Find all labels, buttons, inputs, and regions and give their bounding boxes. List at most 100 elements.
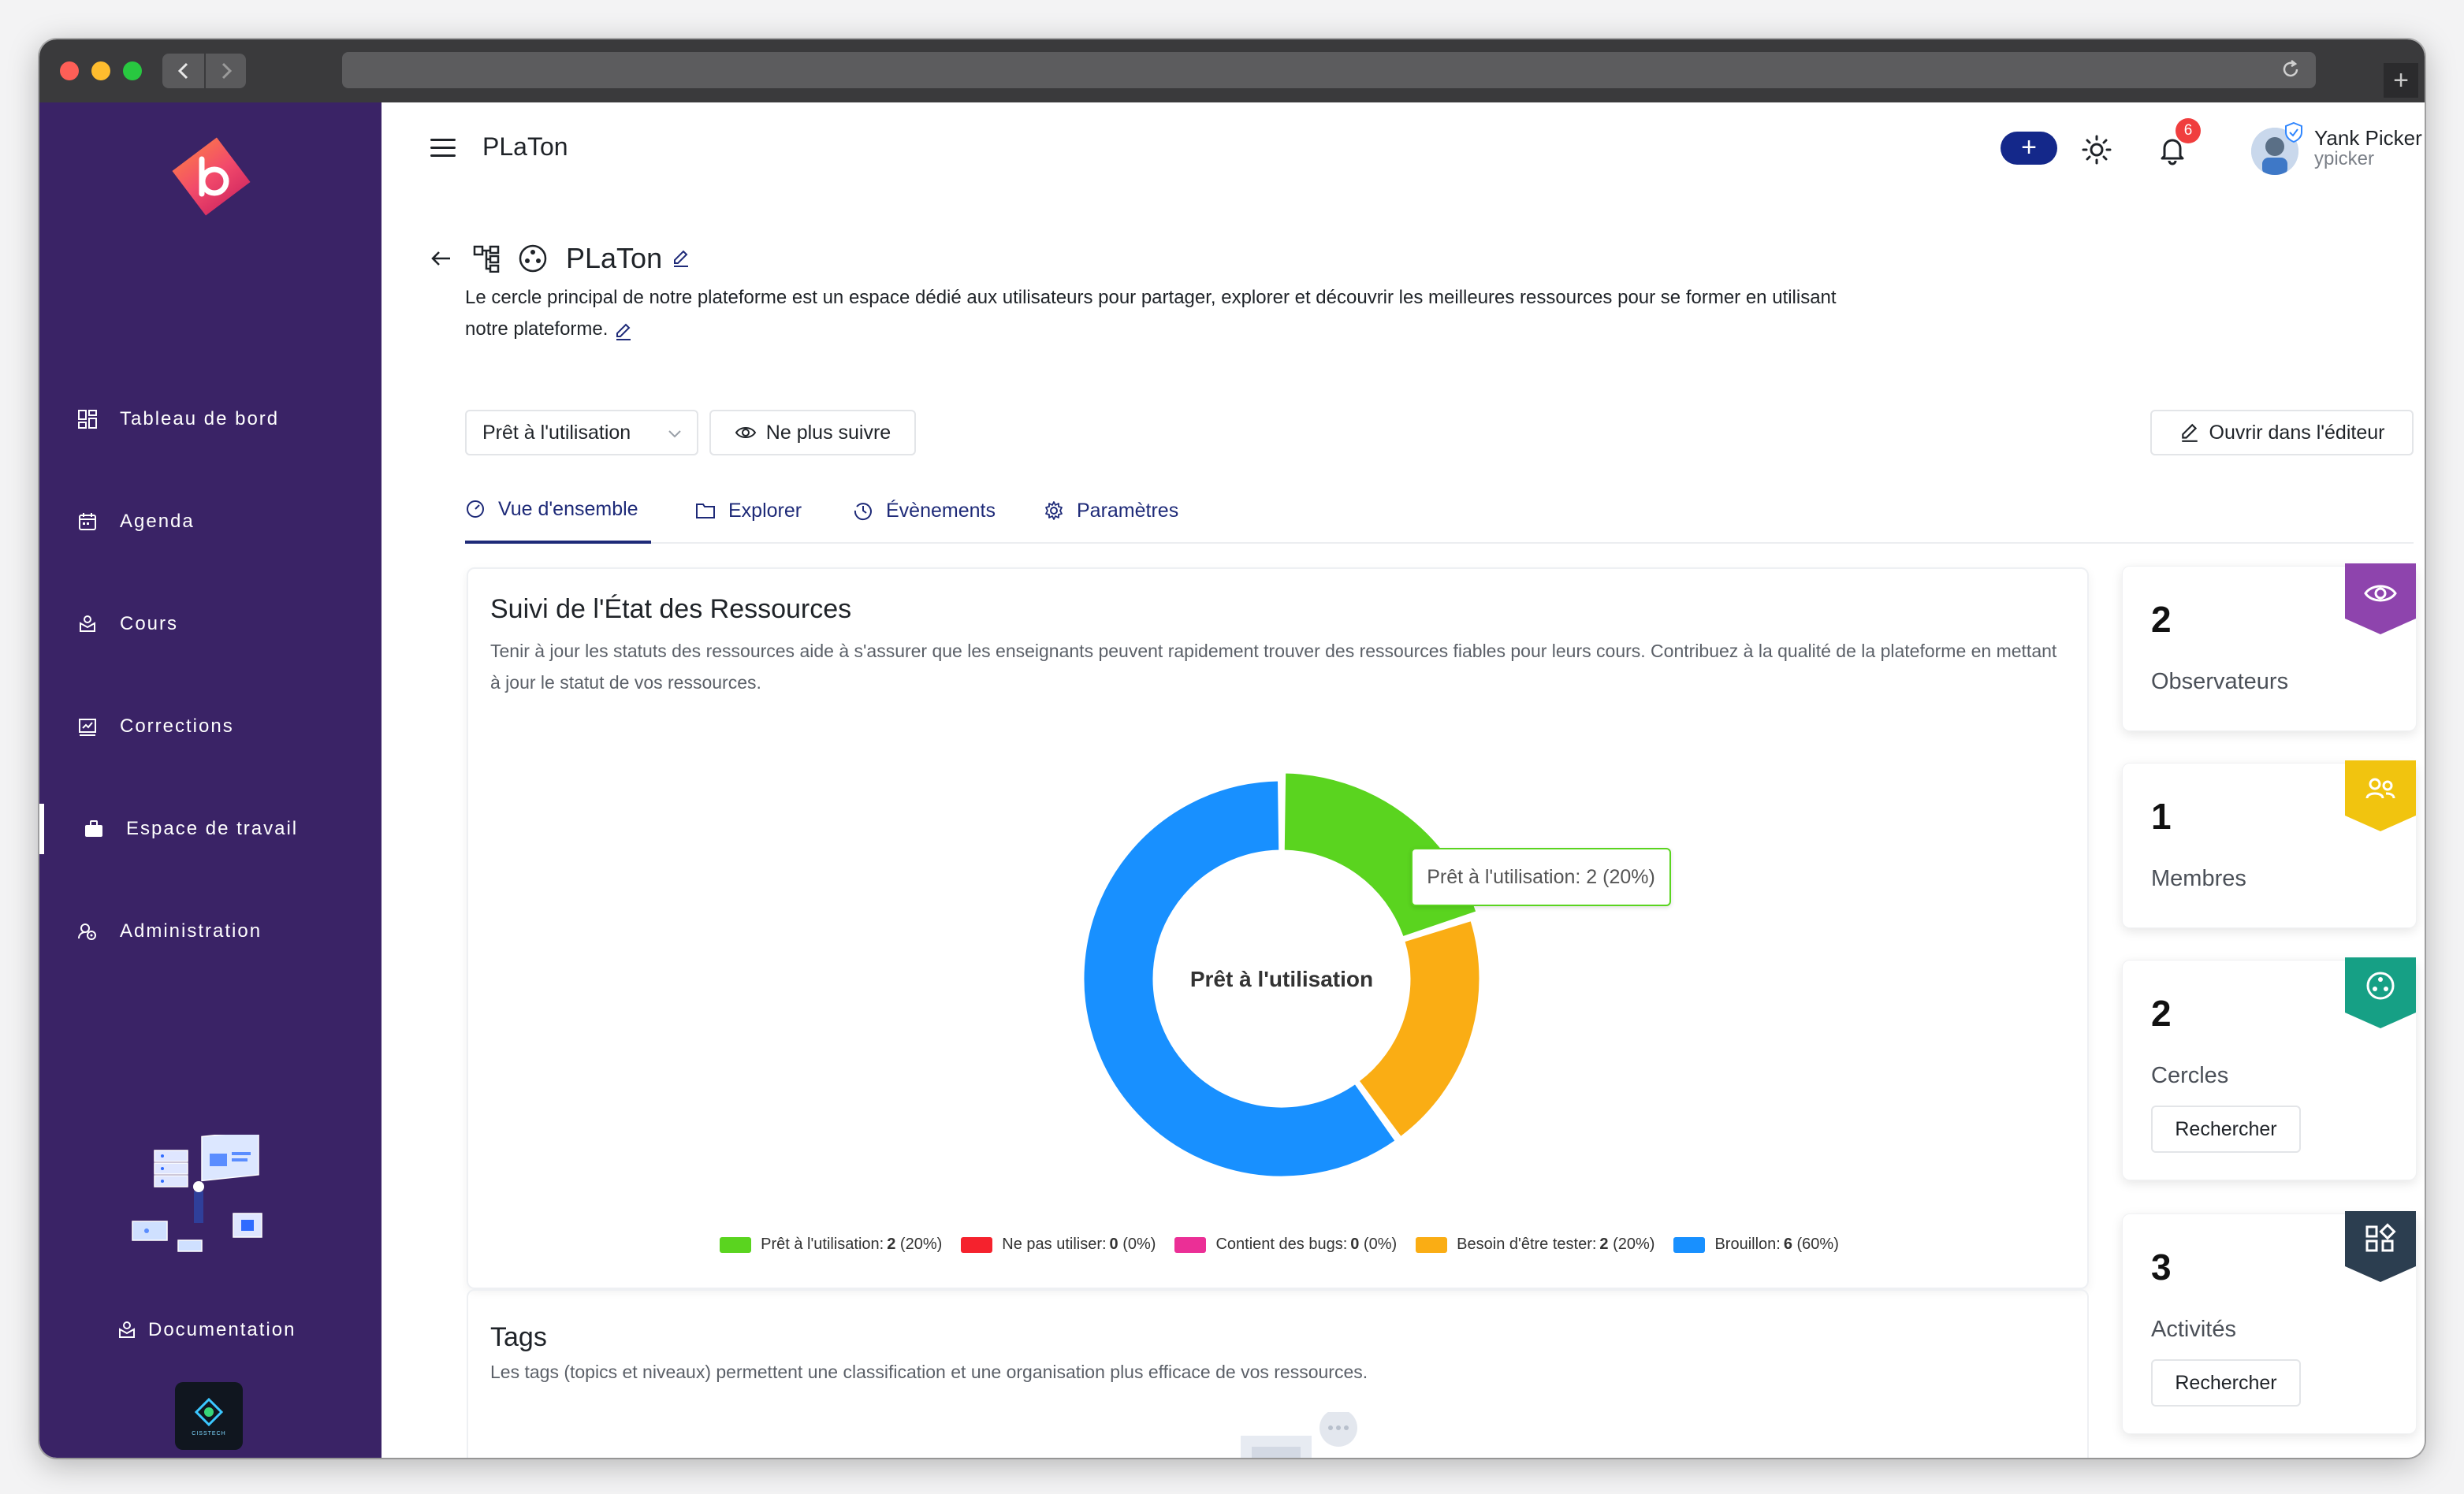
tab-label: Paramètres xyxy=(1077,499,1179,522)
chevron-down-icon xyxy=(668,430,681,438)
legend-count: 2 xyxy=(1599,1236,1609,1253)
stat-value: 1 xyxy=(2151,796,2172,837)
back-button[interactable] xyxy=(162,54,204,88)
legend-item[interactable]: Besoin d'être tester: 2 (20%) xyxy=(1416,1236,1654,1254)
status-select-value: Prêt à l'utilisation xyxy=(482,421,631,444)
stat-label: Activités xyxy=(2151,1317,2236,1342)
briefcase-icon xyxy=(82,817,106,841)
tab-settings[interactable]: Paramètres xyxy=(1044,478,1178,544)
tab-overview[interactable]: Vue d'ensemble xyxy=(465,478,651,544)
app-title: PLaTon xyxy=(482,132,568,161)
address-bar[interactable] xyxy=(342,52,2316,88)
close-window-button[interactable] xyxy=(60,61,79,80)
create-button[interactable]: + xyxy=(2001,132,2057,165)
legend-swatch xyxy=(1174,1236,1207,1253)
empty-tags-illustration xyxy=(1241,1412,1357,1458)
circle-description: Le cercle principal de notre plateforme … xyxy=(465,282,1837,345)
unfollow-label: Ne plus suivre xyxy=(765,421,891,444)
documentation-link[interactable]: Documentation xyxy=(115,1314,296,1346)
menu-toggle-icon[interactable] xyxy=(430,137,456,159)
admin-icon xyxy=(76,920,99,943)
forward-button[interactable] xyxy=(204,54,246,88)
tags-card-title: Tags xyxy=(490,1322,547,1352)
stat-value: 3 xyxy=(2151,1247,2172,1288)
browser-window: + Tableau de bord Agenda Cours Correctio… xyxy=(39,39,2425,1458)
legend-count: 6 xyxy=(1783,1236,1792,1253)
sidebar-item-courses[interactable]: Cours xyxy=(39,599,382,649)
tags-card: Tags Les tags (topics et niveaux) permet… xyxy=(467,1289,2089,1458)
legend-swatch xyxy=(961,1236,993,1253)
legend-percent: (60%) xyxy=(1792,1236,1839,1253)
description-text: Le cercle principal de notre plateforme … xyxy=(465,287,1837,340)
tab-label: Évènements xyxy=(886,499,996,522)
reload-icon[interactable] xyxy=(2280,58,2302,86)
unfollow-button[interactable]: Ne plus suivre xyxy=(709,410,916,455)
tab-label: Explorer xyxy=(728,499,802,522)
edit-description-icon[interactable] xyxy=(614,320,635,340)
legend-item[interactable]: Contient des bugs: 0 (0%) xyxy=(1174,1236,1397,1254)
stat-label: Observateurs xyxy=(2151,669,2289,694)
donut-slice[interactable] xyxy=(1357,918,1482,1139)
chart-tooltip: Prêt à l'utilisation: 2 (20%) xyxy=(1411,848,1671,906)
donut-center-label: Prêt à l'utilisation xyxy=(1190,967,1373,991)
tab-events[interactable]: Évènements xyxy=(853,478,996,544)
open-editor-label: Ouvrir dans l'éditeur xyxy=(2209,421,2385,444)
sidebar-item-agenda[interactable]: Agenda xyxy=(39,496,382,547)
platon-logo[interactable] xyxy=(166,132,257,224)
sidebar-item-dashboard[interactable]: Tableau de bord xyxy=(39,394,382,444)
search-activities-button[interactable]: Rechercher xyxy=(2151,1359,2301,1407)
tab-explore[interactable]: Explorer xyxy=(695,478,802,544)
circle-icon xyxy=(517,243,549,274)
stat-value: 2 xyxy=(2151,599,2172,640)
legend-swatch xyxy=(1673,1236,1706,1253)
stat-value: 2 xyxy=(2151,993,2172,1034)
documentation-icon xyxy=(115,1318,139,1342)
new-tab-button[interactable]: + xyxy=(2384,63,2418,98)
eye-icon xyxy=(735,427,756,438)
stat-card-observers: 2 Observateurs xyxy=(2122,563,2417,731)
history-nav xyxy=(162,54,246,88)
gear-icon xyxy=(1045,501,1063,520)
calendar-icon xyxy=(76,510,99,533)
minimize-window-button[interactable] xyxy=(91,61,110,80)
sidebar-item-label: Cours xyxy=(120,613,179,634)
legend-item[interactable]: Brouillon: 6 (60%) xyxy=(1673,1236,1839,1254)
tree-structure-icon[interactable] xyxy=(471,243,503,274)
partner-mark-icon xyxy=(194,1397,224,1426)
status-select[interactable]: Prêt à l'utilisation xyxy=(465,410,698,455)
arrow-left-icon[interactable] xyxy=(426,243,457,274)
sidebar-item-corrections[interactable]: Corrections xyxy=(39,701,382,752)
search-circles-button[interactable]: Rechercher xyxy=(2151,1106,2301,1153)
legend-item[interactable]: Ne pas utiliser: 0 (0%) xyxy=(961,1236,1156,1254)
legend-label: Prêt à l'utilisation: xyxy=(761,1236,884,1253)
legend-item[interactable]: Prêt à l'utilisation: 2 (20%) xyxy=(720,1236,942,1254)
edit-title-icon[interactable] xyxy=(672,247,694,269)
sidebar: Tableau de bord Agenda Cours Corrections… xyxy=(39,102,382,1458)
theme-toggle-icon[interactable] xyxy=(2081,134,2112,165)
legend-swatch xyxy=(1416,1236,1448,1253)
user-name: Yank Picker xyxy=(2314,126,2422,150)
stat-label: Cercles xyxy=(2151,1063,2229,1088)
sidebar-item-workspace[interactable]: Espace de travail xyxy=(39,804,382,854)
sidebar-item-label: Administration xyxy=(120,920,262,942)
circle-title: PLaTon xyxy=(566,242,663,274)
course-icon xyxy=(76,612,99,636)
legend-count: 2 xyxy=(887,1236,896,1253)
maximize-window-button[interactable] xyxy=(123,61,142,80)
sidebar-item-label: Espace de travail xyxy=(126,818,299,839)
legend-percent: (20%) xyxy=(1608,1236,1655,1253)
edit-icon xyxy=(2181,423,2198,442)
tabs: Vue d'ensemble Explorer Évènements Param… xyxy=(465,478,2414,544)
sidebar-item-administration[interactable]: Administration xyxy=(39,906,382,957)
partner-label: CISSTECH xyxy=(192,1430,226,1436)
sidebar-item-label: Agenda xyxy=(120,511,195,532)
documentation-label: Documentation xyxy=(148,1319,296,1340)
legend-label: Brouillon: xyxy=(1714,1236,1781,1253)
legend-percent: (20%) xyxy=(895,1236,943,1253)
chart-legend: Prêt à l'utilisation: 2 (20%) Ne pas utili… xyxy=(468,1236,2090,1254)
open-editor-button[interactable]: Ouvrir dans l'éditeur xyxy=(2150,410,2414,455)
sidebar-item-label: Tableau de bord xyxy=(120,408,280,429)
partner-logo[interactable]: CISSTECH xyxy=(175,1382,243,1450)
workspace-illustration xyxy=(132,1135,262,1252)
legend-count: 0 xyxy=(1109,1236,1118,1253)
